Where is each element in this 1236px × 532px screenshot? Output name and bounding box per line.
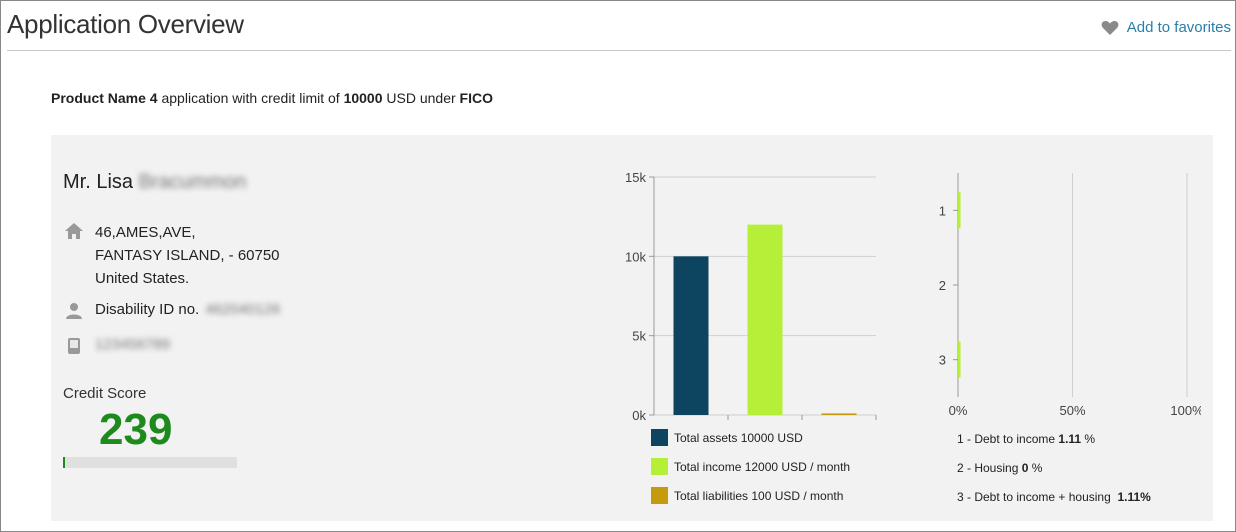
summary-text-2: USD under <box>382 90 460 106</box>
ratio-legend-1-value: 1.11 <box>1058 432 1082 446</box>
phone-icon <box>63 336 85 355</box>
applicant-last-name-redacted: Bracummon <box>138 171 247 193</box>
add-to-favorites-label: Add to favorites <box>1126 19 1231 36</box>
legend-swatch-assets <box>651 429 668 446</box>
bar-total-assets <box>673 256 709 415</box>
id-label: Disability ID no. <box>95 301 200 318</box>
x-tick-label: 100% <box>1170 403 1201 418</box>
address-line-3: United States. <box>95 270 190 287</box>
header-divider <box>7 50 1231 51</box>
applicant-name: Mr. Lisa Bracummon <box>63 171 246 194</box>
ratio-legend-3: 3 - Debt to income + housing 1.11% <box>957 490 1151 504</box>
person-icon <box>63 301 85 320</box>
ratio-legend-1: 1 - Debt to income 1.11 % <box>957 432 1095 446</box>
y-tick-label: 5k <box>632 329 646 344</box>
ratio-bar-3 <box>958 341 961 378</box>
product-name: Product Name 4 <box>51 90 158 106</box>
address-block: 46,AMES,AVE, FANTASY ISLAND, - 60750 Uni… <box>95 221 280 290</box>
legend-label-assets: Total assets 10000 USD <box>674 430 803 445</box>
bar-total-liabilities <box>821 413 857 415</box>
y-tick-label: 10k <box>625 249 646 264</box>
id-value-redacted: 462040126 <box>205 301 281 318</box>
credit-score-value: 239 <box>99 405 173 454</box>
bar-total-income <box>747 224 783 415</box>
applicant-first-name: Mr. Lisa <box>63 171 134 193</box>
legend-liabilities: Total liabilities 100 USD / month <box>651 487 843 504</box>
legend-label-income: Total income 12000 USD / month <box>674 459 851 474</box>
summary-text-1: application with credit limit of <box>157 90 344 106</box>
y-tick-label: 0k <box>632 408 646 423</box>
ratio-legend-2-suffix: % <box>1028 461 1043 475</box>
address-line-1: 46,AMES,AVE, <box>95 224 196 241</box>
y-tick-label: 15k <box>625 170 646 185</box>
ratios-bar-chart: 0% 50% 100% 1 2 3 <box>939 173 1201 418</box>
ratio-legend-1-suffix: % <box>1081 432 1096 446</box>
y-tick-label: 1 <box>939 203 946 218</box>
ratio-legend-2: 2 - Housing 0 % <box>957 461 1042 475</box>
legend-income: Total income 12000 USD / month <box>651 458 850 475</box>
id-row: Disability ID no. 462040126 <box>63 301 280 320</box>
credit-score-label: Credit Score <box>63 385 147 402</box>
legend-label-liabilities: Total liabilities 100 USD / month <box>674 488 844 503</box>
ratio-legend-3-label: 3 - Debt to income + housing <box>957 490 1118 504</box>
ratio-legend-2-label: 2 - Housing <box>957 461 1022 475</box>
x-tick-label: 0% <box>949 403 968 418</box>
application-overview-window: Application Overview Add to favorites Pr… <box>0 0 1236 532</box>
x-tick-label: 50% <box>1059 403 1085 418</box>
ratio-legend-3-value: 1.11% <box>1117 490 1151 504</box>
applicant-panel: Mr. Lisa Bracummon 46,AMES,AVE, FANTASY … <box>51 135 1213 521</box>
page-title: Application Overview <box>7 9 244 39</box>
credit-score-bar <box>63 457 237 468</box>
ratio-legend-1-label: 1 - Debt to income <box>957 432 1059 446</box>
y-tick-label: 2 <box>939 278 946 293</box>
financials-bar-chart: 0k 5k 10k 15k <box>625 170 877 423</box>
y-tick-label: 3 <box>939 353 946 368</box>
legend-swatch-income <box>651 458 668 475</box>
add-to-favorites-link[interactable]: Add to favorites <box>1101 19 1231 36</box>
ratio-bar-1 <box>958 192 961 229</box>
heart-icon <box>1101 20 1119 36</box>
phone-row: 123456789 <box>63 336 170 355</box>
phone-value-redacted: 123456789 <box>95 336 171 353</box>
address-line-2: FANTASY ISLAND, - 60750 <box>95 247 280 264</box>
address-row: 46,AMES,AVE, FANTASY ISLAND, - 60750 Uni… <box>63 221 280 290</box>
bureau-name: FICO <box>459 90 493 106</box>
credit-score-bar-fill <box>63 457 65 468</box>
legend-assets: Total assets 10000 USD <box>651 429 803 446</box>
application-summary: Product Name 4 application with credit l… <box>51 90 493 106</box>
home-icon <box>63 221 85 240</box>
legend-swatch-liabilities <box>651 487 668 504</box>
credit-limit-value: 10000 <box>343 90 383 106</box>
